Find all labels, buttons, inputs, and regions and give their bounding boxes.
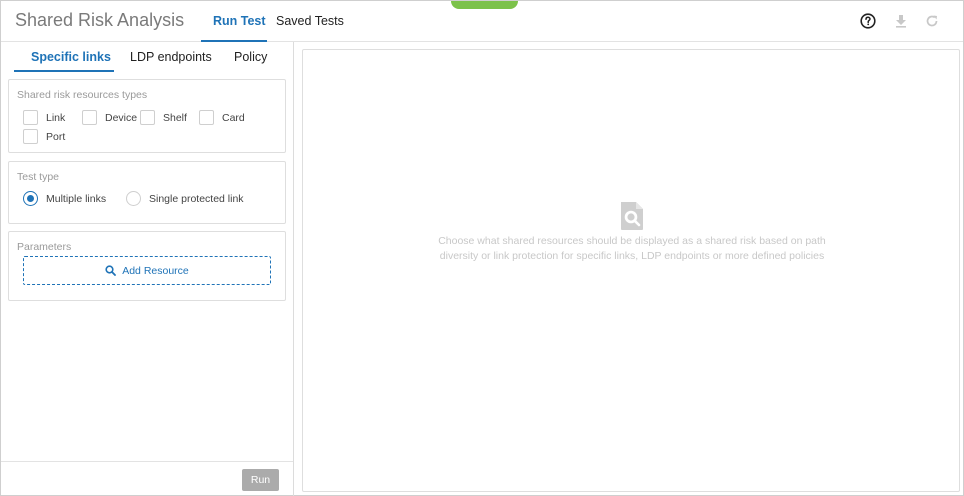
parameters-title: Parameters bbox=[17, 241, 72, 253]
checkbox-device[interactable]: Device bbox=[82, 110, 137, 125]
document-search-icon bbox=[621, 202, 643, 230]
test-type-title: Test type bbox=[17, 171, 60, 183]
empty-state-line: diversity or link protection for specifi… bbox=[439, 250, 825, 262]
parameters-card: Parameters Add Resource bbox=[8, 231, 286, 301]
radio-single-protected-link[interactable]: Single protected link bbox=[126, 191, 244, 206]
checkbox-box[interactable] bbox=[82, 110, 97, 125]
tab-policy[interactable]: Policy bbox=[234, 50, 267, 64]
empty-state-line: Choose what shared resources should be d… bbox=[438, 235, 826, 247]
radio-multiple-links[interactable]: Multiple links bbox=[23, 191, 106, 206]
empty-state-message: Choose what shared resources should be d… bbox=[303, 234, 961, 264]
checkbox-box[interactable] bbox=[140, 110, 155, 125]
resources-title: Shared risk resources types bbox=[17, 89, 148, 101]
add-resource-label: Add Resource bbox=[122, 264, 189, 277]
radio-label: Single protected link bbox=[149, 192, 244, 205]
add-resource-button[interactable]: Add Resource bbox=[23, 256, 271, 285]
app-window: Shared Risk Analysis Run Test Saved Test… bbox=[0, 0, 964, 496]
app-title: Shared Risk Analysis bbox=[15, 10, 185, 30]
checkbox-label: Shelf bbox=[163, 111, 187, 124]
checkbox-box[interactable] bbox=[199, 110, 214, 125]
side-tabs: Specific links LDP endpoints Policy bbox=[1, 42, 293, 72]
refresh-icon[interactable] bbox=[923, 12, 941, 30]
checkbox-label: Device bbox=[105, 111, 138, 124]
checkbox-shelf[interactable]: Shelf bbox=[140, 110, 187, 125]
header-bar: Shared Risk Analysis Run Test Saved Test… bbox=[1, 1, 963, 42]
radio-dot[interactable] bbox=[126, 191, 141, 206]
checkbox-label: Card bbox=[222, 111, 245, 124]
checkbox-box[interactable] bbox=[23, 129, 38, 144]
checkbox-link[interactable]: Link bbox=[23, 110, 65, 125]
resources-card: Shared risk resources types Link Device … bbox=[8, 79, 286, 153]
run-button[interactable]: Run bbox=[242, 469, 279, 491]
tab-ldp-endpoints[interactable]: LDP endpoints bbox=[130, 50, 212, 64]
results-panel: Choose what shared resources should be d… bbox=[302, 49, 960, 492]
checkbox-label: Link bbox=[46, 111, 66, 124]
checkbox-card[interactable]: Card bbox=[199, 110, 245, 125]
checkbox-box[interactable] bbox=[23, 110, 38, 125]
tab-specific-links[interactable]: Specific links bbox=[31, 50, 111, 64]
radio-dot[interactable] bbox=[23, 191, 38, 206]
left-panel: Specific links LDP endpoints Policy Shar… bbox=[1, 42, 294, 496]
tab-run-test[interactable]: Run Test bbox=[213, 14, 266, 28]
search-icon bbox=[105, 265, 117, 276]
help-icon[interactable] bbox=[859, 12, 877, 30]
checkbox-label: Port bbox=[46, 130, 66, 143]
side-tab-indicator bbox=[14, 70, 114, 72]
radio-label: Multiple links bbox=[46, 192, 107, 205]
footer-divider bbox=[1, 461, 293, 462]
tab-saved-tests[interactable]: Saved Tests bbox=[276, 14, 344, 28]
test-type-card: Test type Multiple links Single protecte… bbox=[8, 161, 286, 224]
checkbox-port[interactable]: Port bbox=[23, 129, 65, 144]
download-icon[interactable] bbox=[892, 12, 910, 30]
